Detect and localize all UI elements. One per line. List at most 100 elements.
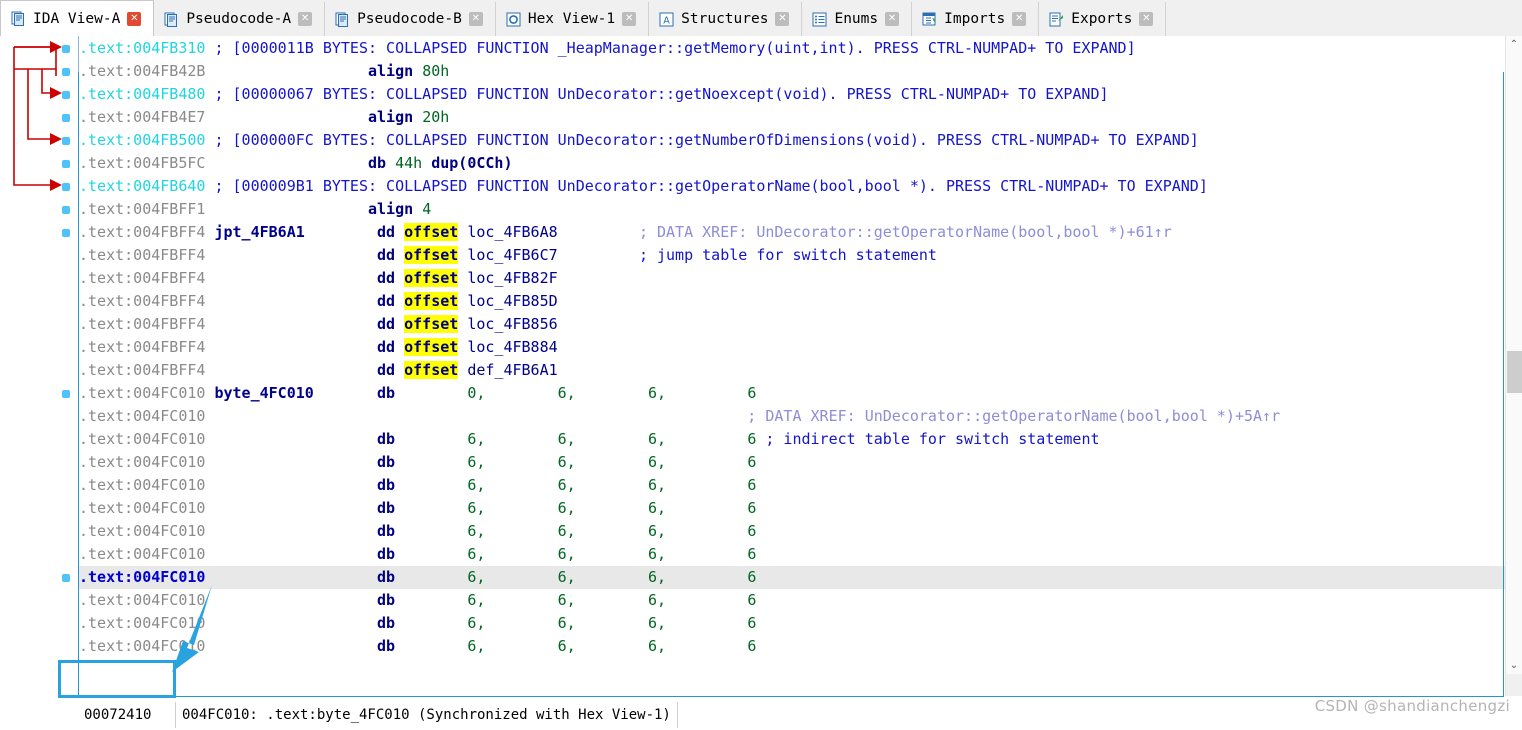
byte-value: 6, xyxy=(467,591,486,609)
tab-label: Exports xyxy=(1071,11,1133,27)
byte-value: 6, xyxy=(467,545,486,563)
tab-close-icon[interactable]: ✕ xyxy=(127,11,142,26)
disassembly-line[interactable]: .text:004FB310 ; [0000011B BYTES: COLLAP… xyxy=(79,37,1506,60)
tab-pseudocode-b[interactable]: Pseudocode-B ✕ xyxy=(325,2,496,36)
tab-hex-view-1[interactable]: Hex View-1 ✕ xyxy=(495,2,650,36)
disassembly-line[interactable]: .text:004FBFF1 align 4 xyxy=(79,198,1506,221)
byte-value: 6, xyxy=(647,591,667,609)
tab-close-icon[interactable]: ✕ xyxy=(885,12,900,26)
disassembly-line[interactable]: .text:004FBFF4 dd offset loc_4FB82F xyxy=(79,267,1506,290)
disassembly-line[interactable]: .text:004FBFF4 dd offset loc_4FB884 xyxy=(79,336,1506,359)
disassembly-line[interactable]: .text:004FC010 ; DATA XREF: UnDecorator:… xyxy=(79,405,1506,428)
disassembly-line[interactable]: .text:004FB42B align 80h xyxy=(79,60,1506,83)
mnemonic: dd xyxy=(377,223,396,241)
byte-value: 6 xyxy=(747,522,757,540)
line-address: .text:004FBFF4 xyxy=(79,269,206,287)
disassembly-line[interactable]: .text:004FBFF4 dd offset loc_4FB85D xyxy=(79,290,1506,313)
line-bullet-icon xyxy=(62,68,70,76)
disassembly-line[interactable]: .text:004FC010 db 6, 6, 6, 6 xyxy=(79,589,1506,612)
disassembly-line[interactable]: .text:004FC010 db 6, 6, 6, 6 xyxy=(79,635,1506,658)
operand-location: loc_4FB85D xyxy=(467,292,558,310)
disassembly-line[interactable]: .text:004FC010 db 6, 6, 6, 6 xyxy=(79,612,1506,635)
tab-close-icon[interactable]: ✕ xyxy=(298,12,313,26)
disassembly-line[interactable]: .text:004FBFF4 dd offset loc_4FB6C7 ; ju… xyxy=(79,244,1506,267)
line-address: .text:004FB5FC xyxy=(79,154,206,172)
tab-enums[interactable]: Enums ✕ xyxy=(802,2,913,36)
tab-close-icon[interactable]: ✕ xyxy=(468,12,483,26)
tab-label: Enums xyxy=(834,11,879,27)
disassembly-line[interactable]: .text:004FBFF4 jpt_4FB6A1 dd offset loc_… xyxy=(79,221,1506,244)
document-blue-icon xyxy=(335,12,350,27)
byte-value: 6 xyxy=(747,453,757,471)
line-address: .text:004FC010 xyxy=(79,637,206,655)
line-address: .text:004FC010 xyxy=(79,430,206,448)
tab-close-icon[interactable]: ✕ xyxy=(775,12,790,26)
tab-structures[interactable]: A Structures ✕ xyxy=(649,2,803,36)
vertical-scrollbar[interactable]: ⌃ ⌄ xyxy=(1505,36,1522,696)
disassembly-line[interactable]: .text:004FC010 byte_4FC010 db 0, 6, 6, 6 xyxy=(79,382,1506,405)
tab-exports[interactable]: Exports ✕ xyxy=(1039,2,1167,36)
line-bullet-icon xyxy=(62,206,70,214)
line-address: .text:004FBFF4 xyxy=(79,361,206,379)
line-address: .text:004FB500 xyxy=(79,131,206,149)
disassembly-line[interactable]: .text:004FBFF4 dd offset def_4FB6A1 xyxy=(79,359,1506,382)
tab-ida-view-a[interactable]: IDA View-A ✕ xyxy=(0,0,155,36)
disassembly-line[interactable]: .text:004FC010 db 6, 6, 6, 6 xyxy=(79,543,1506,566)
byte-value: 6, xyxy=(467,568,486,586)
line-address: .text:004FC010 xyxy=(79,476,206,494)
tab-close-icon[interactable]: ✕ xyxy=(1139,12,1154,26)
disassembly-line[interactable]: .text:004FC010 db 6, 6, 6, 6 ; indirect … xyxy=(79,428,1506,451)
disassembly-line[interactable]: .text:004FC010 db 6, 6, 6, 6 xyxy=(79,451,1506,474)
document-blue-icon xyxy=(164,12,179,27)
byte-value: 6, xyxy=(557,522,576,540)
mnemonic: db xyxy=(377,476,396,494)
tab-imports[interactable]: Imports ✕ xyxy=(912,2,1040,36)
collapsed-function-comment: ; [0000011B BYTES: COLLAPSED FUNCTION _H… xyxy=(214,39,1136,57)
vertical-scroll-thumb[interactable] xyxy=(1507,351,1522,393)
disassembly-line[interactable]: .text:004FC010 db 6, 6, 6, 6 xyxy=(79,566,1506,589)
line-address: .text:004FB42B xyxy=(79,62,206,80)
disassembly-line[interactable]: .text:004FB4E7 align 20h xyxy=(79,106,1506,129)
scrollbar-corner xyxy=(1506,674,1522,696)
disassembly-line[interactable]: .text:004FBFF4 dd offset loc_4FB856 xyxy=(79,313,1506,336)
disassembly-line[interactable]: .text:004FB480 ; [00000067 BYTES: COLLAP… xyxy=(79,83,1506,106)
scroll-up-icon[interactable]: ⌃ xyxy=(1506,36,1522,53)
line-address: .text:004FB4E7 xyxy=(79,108,206,126)
tab-close-icon[interactable]: ✕ xyxy=(1012,12,1027,26)
disassembly-line[interactable]: .text:004FB5FC db 44h dup(0CCh) xyxy=(79,152,1506,175)
line-address: .text:004FBFF4 xyxy=(79,292,206,310)
operand: 44h xyxy=(395,154,423,172)
disassembly-line[interactable]: .text:004FB500 ; [000000FC BYTES: COLLAP… xyxy=(79,129,1506,152)
disassembly-line[interactable]: .text:004FC010 db 6, 6, 6, 6 xyxy=(79,497,1506,520)
scroll-down-icon[interactable]: ⌄ xyxy=(1506,657,1522,674)
tab-close-icon[interactable]: ✕ xyxy=(622,12,637,26)
code-listing[interactable]: .text:004FB310 ; [0000011B BYTES: COLLAP… xyxy=(78,36,1506,660)
disassembly-line[interactable]: .text:004FC010 db 6, 6, 6, 6 xyxy=(79,520,1506,543)
disassembly-line[interactable]: .text:004FC010 db 6, 6, 6, 6 xyxy=(79,474,1506,497)
tab-pseudocode-a[interactable]: Pseudocode-A ✕ xyxy=(154,2,326,36)
disassembly-line[interactable]: .text:004FB640 ; [000009B1 BYTES: COLLAP… xyxy=(79,175,1506,198)
line-comment: ; DATA XREF: UnDecorator::getOperatorNam… xyxy=(747,407,1281,425)
operand: dup(0CCh) xyxy=(431,154,513,172)
line-address: .text:004FC010 xyxy=(79,499,206,517)
